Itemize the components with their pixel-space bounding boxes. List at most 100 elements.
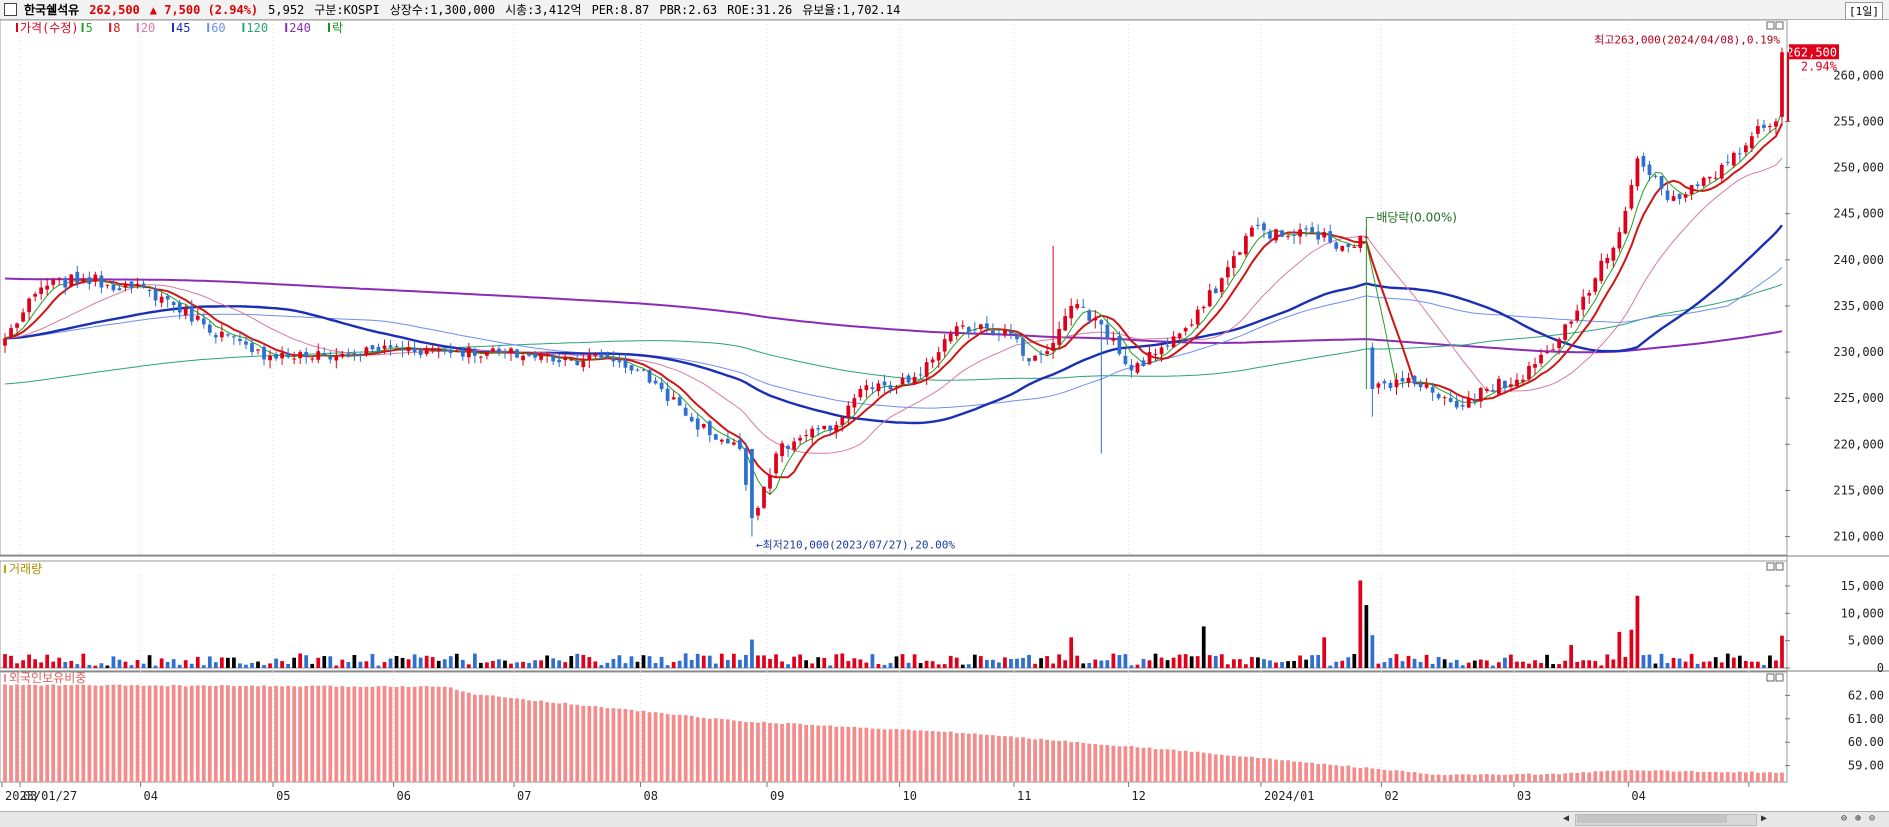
panel-minimize-icon[interactable]: [1766, 21, 1775, 30]
zoom-out-icon[interactable]: ⊖: [1838, 813, 1850, 825]
volume-bar: [1629, 629, 1634, 668]
volume-bar: [780, 661, 784, 668]
volume-bar: [1569, 645, 1574, 668]
volume-bar: [1641, 655, 1646, 668]
zoom-in-icon[interactable]: ⊕: [1852, 813, 1864, 825]
volume-bar: [1743, 660, 1748, 668]
scroll-left-icon[interactable]: ◀: [1560, 813, 1572, 825]
x-tick-label: 04: [144, 789, 158, 803]
volume-bar: [1015, 658, 1019, 668]
candle: [822, 425, 827, 429]
foreign-bar: [557, 703, 562, 782]
candle: [370, 345, 375, 350]
stock-name[interactable]: 한국쉘석유: [24, 1, 79, 18]
volume-bar: [991, 659, 995, 668]
legend-label: 가격(수정): [20, 21, 79, 35]
foreign-bar: [1442, 775, 1447, 782]
legend-marker: [16, 23, 18, 32]
volume-bar: [424, 655, 429, 668]
volume-bar: [1780, 635, 1784, 668]
foreign-bar: [1003, 736, 1007, 782]
candle: [201, 318, 206, 325]
volume-bar: [1472, 660, 1477, 668]
volume-bar: [701, 655, 706, 668]
foreign-bar: [1292, 761, 1296, 782]
panel-close-icon[interactable]: [1775, 562, 1784, 571]
foreign-bar: [942, 731, 947, 782]
candle: [1490, 390, 1495, 392]
volume-bar: [918, 663, 923, 668]
volume-bar: [930, 661, 935, 668]
candle: [762, 486, 766, 508]
foreign-bar: [147, 685, 152, 782]
candle: [448, 349, 453, 353]
candle: [129, 281, 134, 288]
panel-close-icon[interactable]: [1775, 21, 1784, 30]
foreign-bar: [232, 686, 236, 782]
candle: [479, 356, 483, 358]
x-tick-label: 10: [903, 789, 917, 803]
foreign-bar: [1237, 756, 1242, 782]
price-tick-label: 260,000: [1833, 68, 1884, 82]
foreign-bar: [153, 685, 158, 782]
candle: [1629, 185, 1634, 209]
candle: [1695, 184, 1700, 187]
foreign-bar: [707, 718, 712, 782]
candle: [1780, 52, 1784, 117]
foreign-bar: [1436, 774, 1441, 782]
foreign-bar: [1244, 756, 1248, 782]
price-tick-label: 225,000: [1833, 391, 1884, 405]
volume-bar: [593, 661, 598, 668]
foreign-bar: [906, 729, 911, 782]
panel-minimize-icon[interactable]: [1766, 562, 1775, 571]
scroll-right-icon[interactable]: ▶: [1758, 813, 1770, 825]
x-tick-label: 12: [1131, 789, 1145, 803]
volume-bar: [436, 660, 441, 668]
candle: [978, 324, 983, 330]
candle: [1623, 210, 1628, 234]
volume-bar: [322, 656, 327, 668]
volume-bar: [491, 660, 495, 668]
candle: [804, 435, 809, 437]
candle: [1575, 310, 1580, 321]
foreign-bar: [665, 714, 670, 782]
candle: [340, 353, 345, 357]
candle: [966, 327, 971, 332]
foreign-bar: [798, 723, 803, 782]
volume-bar: [1225, 664, 1230, 668]
zoom-reset-icon[interactable]: ⊙: [1866, 813, 1878, 825]
candle: [593, 353, 598, 356]
scroll-thumb[interactable]: [1577, 815, 1727, 823]
candle: [756, 507, 760, 516]
foreign-bar: [1695, 772, 1700, 782]
panel-checkbox-icon[interactable]: [4, 3, 17, 16]
volume-bar: [912, 654, 917, 668]
volume-bar: [147, 655, 152, 668]
panel-close-icon[interactable]: [1775, 673, 1784, 682]
candle: [1653, 175, 1658, 177]
price-tick-label: 210,000: [1833, 530, 1884, 544]
volume-bar: [665, 665, 670, 668]
candle: [1159, 347, 1164, 355]
volume-bar: [924, 660, 929, 668]
foreign-bar: [1021, 737, 1025, 782]
volume-bar: [280, 661, 284, 668]
volume-bar: [250, 662, 254, 668]
volume-bar: [1280, 661, 1284, 668]
volume-bar: [545, 655, 550, 668]
foreign-bar: [1635, 770, 1640, 782]
candle: [605, 354, 610, 357]
foreign-bar: [1274, 759, 1278, 782]
foreign-bar: [93, 685, 98, 782]
stock-chart[interactable]: 255,000 250,000 245,000 240,000 235,000 230,0…: [0, 20, 1889, 810]
volume-bar: [1490, 665, 1495, 668]
candle: [1316, 231, 1321, 240]
volume-bar: [1394, 654, 1399, 668]
foreign-bar: [436, 686, 441, 782]
panel-minimize-icon[interactable]: [1766, 673, 1775, 682]
candle: [1352, 246, 1357, 248]
market-type: 구분:KOSPI: [314, 3, 380, 17]
period-selector[interactable]: [1일]: [1845, 2, 1883, 20]
foreign-bar: [1400, 770, 1405, 782]
candle: [1087, 310, 1092, 321]
